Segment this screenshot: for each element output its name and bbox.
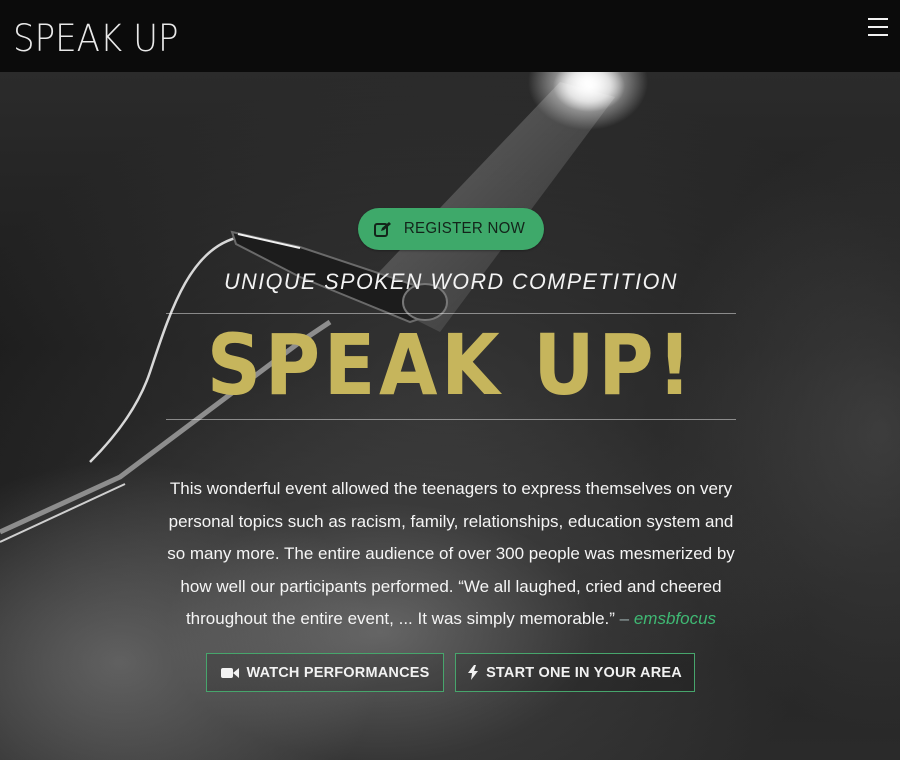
hero-section: REGISTER NOW UNIQUE SPOKEN WORD COMPETIT… (0, 72, 900, 760)
divider-bottom (166, 419, 736, 420)
description-text: This wonderful event allowed the teenage… (167, 479, 735, 628)
hero-subtitle: UNIQUE SPOKEN WORD COMPETITION (224, 269, 678, 294)
start-one-button[interactable]: START ONE IN YOUR AREA (455, 653, 695, 692)
attribution-link[interactable]: emsbfocus (634, 609, 716, 628)
edit-icon (373, 222, 391, 237)
lightning-bolt-icon (468, 665, 479, 680)
start-one-label: START ONE IN YOUR AREA (486, 664, 682, 681)
event-description: This wonderful event allowed the teenage… (163, 473, 739, 636)
watch-performances-button[interactable]: WATCH PERFORMANCES (206, 653, 444, 692)
watch-performances-label: WATCH PERFORMANCES (246, 664, 430, 681)
register-now-label: REGISTER NOW (403, 220, 525, 237)
hamburger-menu-icon[interactable] (868, 18, 888, 36)
top-navbar: SPEAK UP (0, 0, 900, 72)
video-camera-icon (220, 667, 239, 678)
divider-top (166, 313, 736, 314)
hero-content: REGISTER NOW UNIQUE SPOKEN WORD COMPETIT… (0, 72, 900, 760)
hero-headline: SPEAK UP! (206, 316, 696, 414)
register-now-button[interactable]: REGISTER NOW (358, 208, 544, 250)
attribution-dash: – (614, 609, 634, 628)
brand-logo-text[interactable]: SPEAK UP (13, 20, 179, 57)
